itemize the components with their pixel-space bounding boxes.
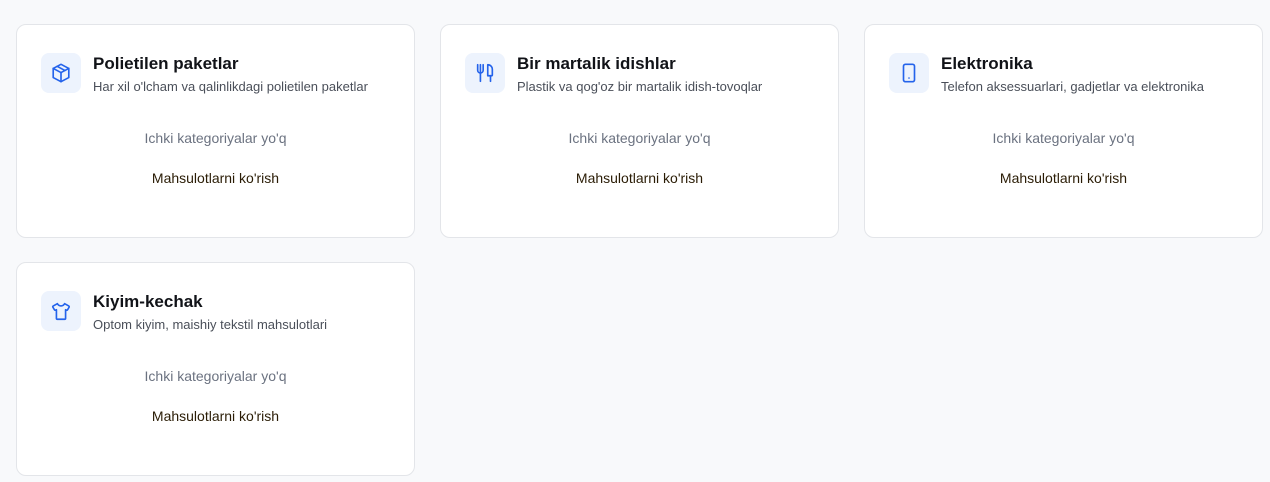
- view-products-link[interactable]: Mahsulotlarni ko'rish: [17, 170, 414, 186]
- package-icon: [41, 53, 81, 93]
- card-description: Plastik va qog'oz bir martalik idish-tov…: [517, 79, 763, 94]
- card-title: Bir martalik idishlar: [517, 54, 676, 73]
- card-description: Har xil o'lcham va qalinlikdagi polietil…: [93, 79, 368, 94]
- card-header: Bir martalik idishlar Plastik va qog'oz …: [465, 53, 762, 96]
- card-title: Kiyim-kechak: [93, 292, 203, 311]
- shirt-icon: [41, 291, 81, 331]
- card-header: Elektronika Telefon aksessuarlari, gadje…: [889, 53, 1204, 96]
- card-header: Polietilen paketlar Har xil o'lcham va q…: [41, 53, 368, 96]
- card-header: Kiyim-kechak Optom kiyim, maishiy teksti…: [41, 291, 327, 334]
- card-title: Polietilen paketlar: [93, 54, 239, 73]
- card-description: Optom kiyim, maishiy tekstil mahsulotlar…: [93, 317, 328, 332]
- empty-subcategories-note: Ichki kategoriyalar yo'q: [568, 130, 711, 146]
- category-card[interactable]: Bir martalik idishlar Plastik va qog'oz …: [440, 24, 839, 238]
- category-card[interactable]: Elektronika Telefon aksessuarlari, gadje…: [864, 24, 1263, 238]
- category-card[interactable]: Kiyim-kechak Optom kiyim, maishiy teksti…: [16, 262, 415, 476]
- smartphone-icon: [889, 53, 929, 93]
- view-products-link[interactable]: Mahsulotlarni ko'rish: [865, 170, 1262, 186]
- view-products-link[interactable]: Mahsulotlarni ko'rish: [17, 408, 414, 424]
- category-card[interactable]: Polietilen paketlar Har xil o'lcham va q…: [16, 24, 415, 238]
- category-grid: Polietilen paketlar Har xil o'lcham va q…: [0, 0, 1270, 482]
- view-products-link[interactable]: Mahsulotlarni ko'rish: [441, 170, 838, 186]
- card-title: Elektronika: [941, 54, 1033, 73]
- utensils-icon: [465, 53, 505, 93]
- empty-subcategories-note: Ichki kategoriyalar yo'q: [992, 130, 1135, 146]
- card-description: Telefon aksessuarlari, gadjetlar va elek…: [941, 79, 1205, 94]
- empty-subcategories-note: Ichki kategoriyalar yo'q: [144, 130, 287, 146]
- empty-subcategories-note: Ichki kategoriyalar yo'q: [144, 368, 287, 384]
